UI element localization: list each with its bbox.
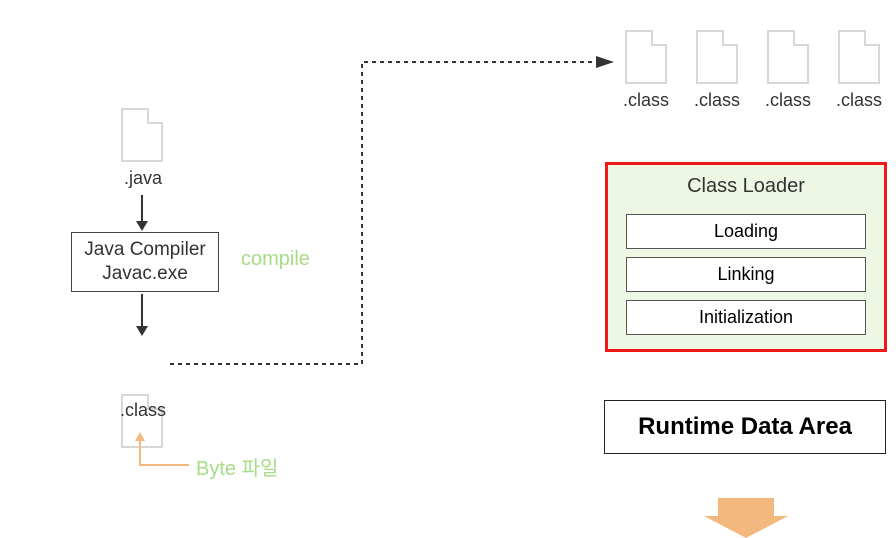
class-loader-box: Class Loader Loading Linking Initializat…: [605, 162, 887, 352]
step-loading: Loading: [626, 214, 866, 249]
fat-arrow-to-runtime: [718, 498, 774, 538]
class-file-icon-2: [696, 30, 738, 84]
class-file-icon-4: [838, 30, 880, 84]
class-file-icon-1: [625, 30, 667, 84]
step-initialization: Initialization: [626, 300, 866, 335]
class-file-label-4: .class: [836, 90, 882, 111]
class-loader-title: Class Loader: [687, 175, 805, 198]
runtime-data-area-label: Runtime Data Area: [638, 413, 852, 440]
class-file-label-3: .class: [765, 90, 811, 111]
class-file-label-2: .class: [694, 90, 740, 111]
step-linking: Linking: [626, 257, 866, 292]
class-file-label-1: .class: [623, 90, 669, 111]
class-files-row: .class .class .class .class: [623, 30, 882, 111]
class-file-icon-3: [767, 30, 809, 84]
runtime-data-area-box: Runtime Data Area: [604, 400, 886, 454]
